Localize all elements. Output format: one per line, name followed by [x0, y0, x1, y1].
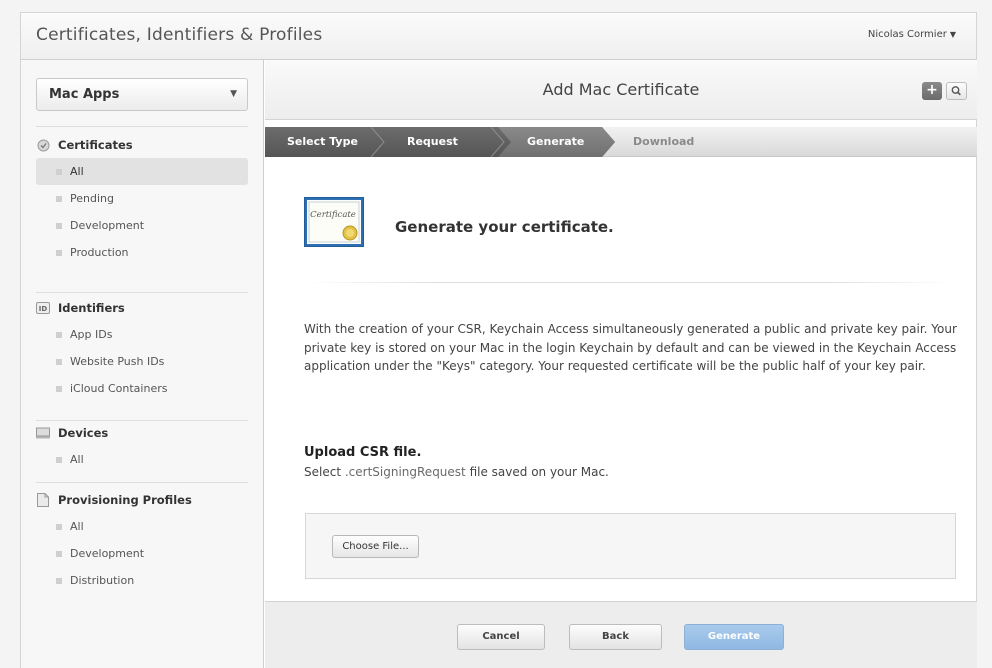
- platform-select-value: Mac Apps: [49, 87, 120, 102]
- id-icon-text: ID: [39, 305, 48, 313]
- section-heading: Generate your certificate.: [395, 218, 614, 236]
- sidebar-item-certificates-production[interactable]: Production: [36, 239, 248, 266]
- section-provisioning-profiles: Provisioning Profiles All Development Di…: [36, 487, 248, 594]
- sidebar-item-label: All: [70, 520, 84, 533]
- search-button[interactable]: [946, 82, 967, 100]
- file-extension: .certSigningRequest: [344, 465, 466, 479]
- sidebar-item-label: App IDs: [70, 328, 113, 341]
- upload-description: Select .certSigningRequest file saved on…: [304, 465, 609, 479]
- sidebar-item-label: All: [70, 165, 84, 178]
- app-frame: Certificates, Identifiers & Profiles Nic…: [20, 12, 977, 668]
- section-title: Devices: [58, 426, 109, 440]
- description-text: With the creation of your CSR, Keychain …: [304, 322, 957, 373]
- sidebar-item-label: Pending: [70, 192, 114, 205]
- section-title: Provisioning Profiles: [58, 493, 192, 507]
- top-bar: Certificates, Identifiers & Profiles Nic…: [21, 13, 976, 60]
- section-title: Identifiers: [58, 301, 125, 315]
- divider: [36, 126, 248, 127]
- user-name: Nicolas Cormier: [867, 29, 947, 40]
- section-header-identifiers[interactable]: ID Identifiers: [36, 295, 248, 321]
- divider: [36, 292, 248, 293]
- file-upload-box: Choose File...: [305, 513, 956, 579]
- bullet-icon: [56, 222, 62, 229]
- sidebar-item-certificates-pending[interactable]: Pending: [36, 185, 248, 212]
- sidebar-item-website-push-ids[interactable]: Website Push IDs: [36, 348, 248, 375]
- sidebar-item-icloud-containers[interactable]: iCloud Containers: [36, 375, 248, 402]
- page-title: Add Mac Certificate: [542, 80, 700, 99]
- upload-desc-prefix: Select: [304, 465, 345, 479]
- step-select-type: Select Type: [287, 135, 358, 148]
- upload-desc-suffix: file saved on your Mac.: [465, 465, 609, 479]
- sidebar: Mac Apps ▼ Certificates All Pending Deve…: [21, 60, 264, 668]
- step-progress-bar: Select Type Request Generate Download: [265, 127, 977, 157]
- generate-button[interactable]: Generate: [684, 624, 784, 650]
- bullet-icon: [56, 577, 62, 584]
- bullet-icon: [56, 195, 62, 202]
- sidebar-item-profiles-distribution[interactable]: Distribution: [36, 567, 248, 594]
- sidebar-item-label: Production: [70, 246, 129, 259]
- search-icon: [951, 86, 961, 96]
- section-header-provisioning-profiles[interactable]: Provisioning Profiles: [36, 487, 248, 513]
- sidebar-item-certificates-all[interactable]: All: [36, 158, 248, 185]
- platform-select[interactable]: Mac Apps ▼: [36, 78, 248, 111]
- device-icon: [36, 426, 50, 440]
- bullet-icon: [56, 456, 62, 463]
- bullet-icon: [56, 331, 62, 338]
- step-download: Download: [633, 135, 695, 148]
- section-devices: Devices All: [36, 420, 248, 473]
- plus-icon: +: [926, 82, 938, 98]
- section-certificates: Certificates All Pending Development Pro…: [36, 132, 248, 266]
- sidebar-item-devices-all[interactable]: All: [36, 446, 248, 473]
- add-button[interactable]: +: [922, 82, 942, 100]
- upload-title: Upload CSR file.: [304, 445, 422, 460]
- bullet-icon: [56, 168, 62, 175]
- document-icon: [36, 493, 50, 507]
- chevron-down-icon: ▼: [230, 89, 237, 99]
- divider: [308, 282, 953, 283]
- bullet-icon: [56, 385, 62, 392]
- main-panel: Add Mac Certificate + Select Type Reques…: [265, 60, 977, 668]
- app-title: Certificates, Identifiers & Profiles: [36, 25, 323, 45]
- section-header-devices[interactable]: Devices: [36, 420, 248, 446]
- certificate-icon-text: Certificate: [310, 210, 356, 220]
- bullet-icon: [56, 249, 62, 256]
- back-button[interactable]: Back: [569, 624, 662, 650]
- main-header: Add Mac Certificate +: [265, 60, 977, 120]
- bullet-icon: [56, 358, 62, 365]
- sidebar-item-label: Development: [70, 547, 145, 560]
- id-icon: ID: [36, 301, 50, 315]
- certificate-icon: Certificate: [304, 197, 364, 247]
- cancel-button[interactable]: Cancel: [457, 624, 545, 650]
- user-menu[interactable]: Nicolas Cormier ▼: [868, 29, 956, 40]
- sidebar-item-label: All: [70, 453, 84, 466]
- sidebar-item-label: Website Push IDs: [70, 355, 165, 368]
- certificate-badge-icon: [36, 138, 50, 152]
- step-request: Request: [407, 135, 458, 148]
- chevron-down-icon: ▼: [949, 30, 956, 39]
- divider: [36, 482, 248, 483]
- sidebar-item-label: Distribution: [70, 574, 135, 587]
- choose-file-button[interactable]: Choose File...: [332, 535, 419, 558]
- section-header-certificates[interactable]: Certificates: [36, 132, 248, 158]
- sidebar-item-profiles-development[interactable]: Development: [36, 540, 248, 567]
- sidebar-item-label: Development: [70, 219, 145, 232]
- step-arrows: [265, 127, 615, 157]
- sidebar-item-profiles-all[interactable]: All: [36, 513, 248, 540]
- section-title: Certificates: [58, 138, 133, 152]
- sidebar-item-label: iCloud Containers: [70, 382, 168, 395]
- sidebar-item-app-ids[interactable]: App IDs: [36, 321, 248, 348]
- step-generate: Generate: [527, 135, 585, 148]
- bullet-icon: [56, 523, 62, 530]
- sidebar-item-certificates-development[interactable]: Development: [36, 212, 248, 239]
- section-identifiers: ID Identifiers App IDs Website Push IDs …: [36, 295, 248, 402]
- bullet-icon: [56, 550, 62, 557]
- form-footer: Cancel Back Generate: [265, 601, 977, 668]
